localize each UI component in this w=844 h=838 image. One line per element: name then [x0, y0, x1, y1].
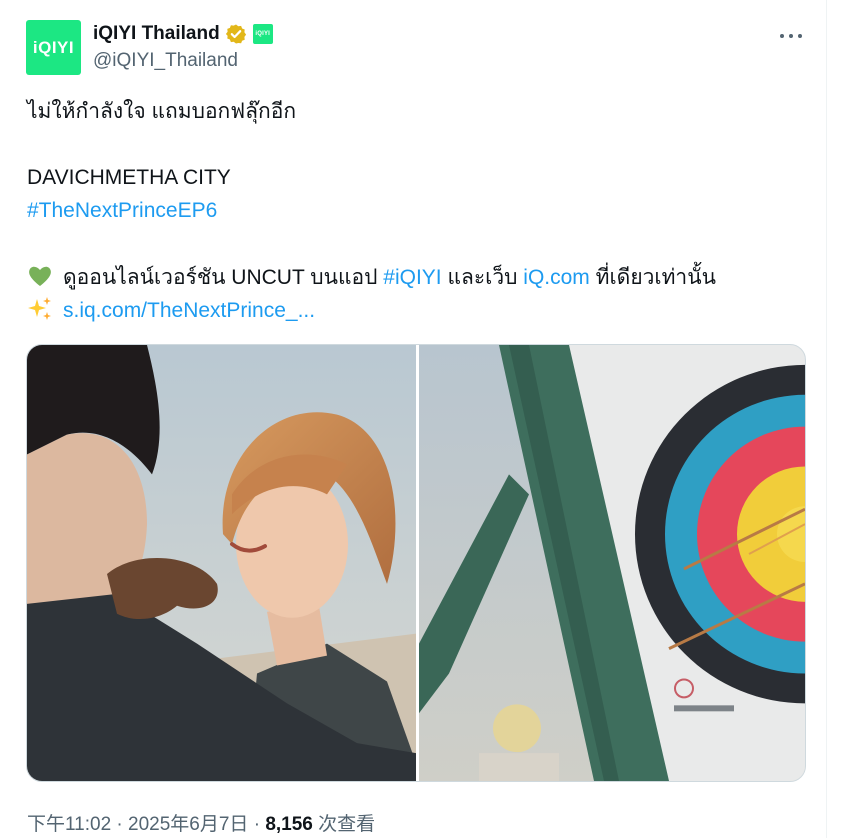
- short-link[interactable]: s.iq.com/TheNextPrince_...: [63, 299, 315, 322]
- photo-left[interactable]: [27, 345, 416, 781]
- photo-left-image: [27, 345, 416, 781]
- tweet-card: iQIYI iQIYI Thailand iQIYI @iQIYI_Thaila…: [0, 0, 827, 838]
- iq-com-link[interactable]: iQ.com: [523, 266, 590, 289]
- post-text-line-4-suffix: ที่เดียวเท่านั้น: [595, 266, 716, 289]
- post-time[interactable]: 下午11:02: [27, 814, 111, 835]
- post-date[interactable]: 2025年6月7日: [128, 814, 248, 835]
- name-row: iQIYI Thailand iQIYI: [93, 22, 273, 46]
- meta-separator: ·: [253, 814, 261, 835]
- avatar[interactable]: iQIYI: [26, 20, 81, 75]
- verified-badge-icon[interactable]: [225, 23, 247, 45]
- avatar-logo-text: iQIYI: [32, 37, 75, 57]
- photo-right-image: [419, 345, 805, 781]
- tweet-meta: 下午11:02 · 2025年6月7日 · 8,156 次查看: [27, 809, 375, 836]
- views-label: 次查看: [318, 814, 376, 835]
- account-handle[interactable]: @iQIYI_Thailand: [93, 50, 238, 72]
- post-text-line-4: ดูออนไลน์เวอร์ชัน UNCUT บนแอป #iQIYI และ…: [27, 263, 716, 292]
- meta-separator: ·: [116, 814, 123, 835]
- post-text-line-4-prefix: ดูออนไลน์เวอร์ชัน UNCUT บนแอป: [63, 266, 378, 289]
- green-heart-icon: [27, 263, 53, 289]
- display-name[interactable]: iQIYI Thailand: [93, 23, 220, 45]
- affiliate-badge-text: iQIYI: [255, 31, 271, 37]
- affiliate-badge-icon[interactable]: iQIYI: [252, 24, 273, 44]
- post-text-line-2: DAVICHMETHA CITY: [27, 166, 231, 189]
- tweet-header: iQIYI iQIYI Thailand iQIYI @iQIYI_Thaila…: [26, 20, 816, 76]
- post-text-line-5: s.iq.com/TheNextPrince_...: [27, 296, 315, 325]
- photo-right[interactable]: [419, 345, 805, 781]
- sparkles-icon: [27, 296, 53, 322]
- post-text-line-1: ไม่ให้กำลังใจ แถมบอกฟลุ๊กอีก: [27, 100, 297, 123]
- iqiyi-hashtag-link[interactable]: #iQIYI: [383, 266, 441, 289]
- hashtag-link[interactable]: #TheNextPrinceEP6: [27, 197, 217, 225]
- views-count[interactable]: 8,156: [265, 814, 313, 835]
- media-grid: [26, 344, 806, 782]
- post-text-line-4-mid: และเว็บ: [447, 266, 518, 289]
- more-icon[interactable]: [780, 32, 802, 40]
